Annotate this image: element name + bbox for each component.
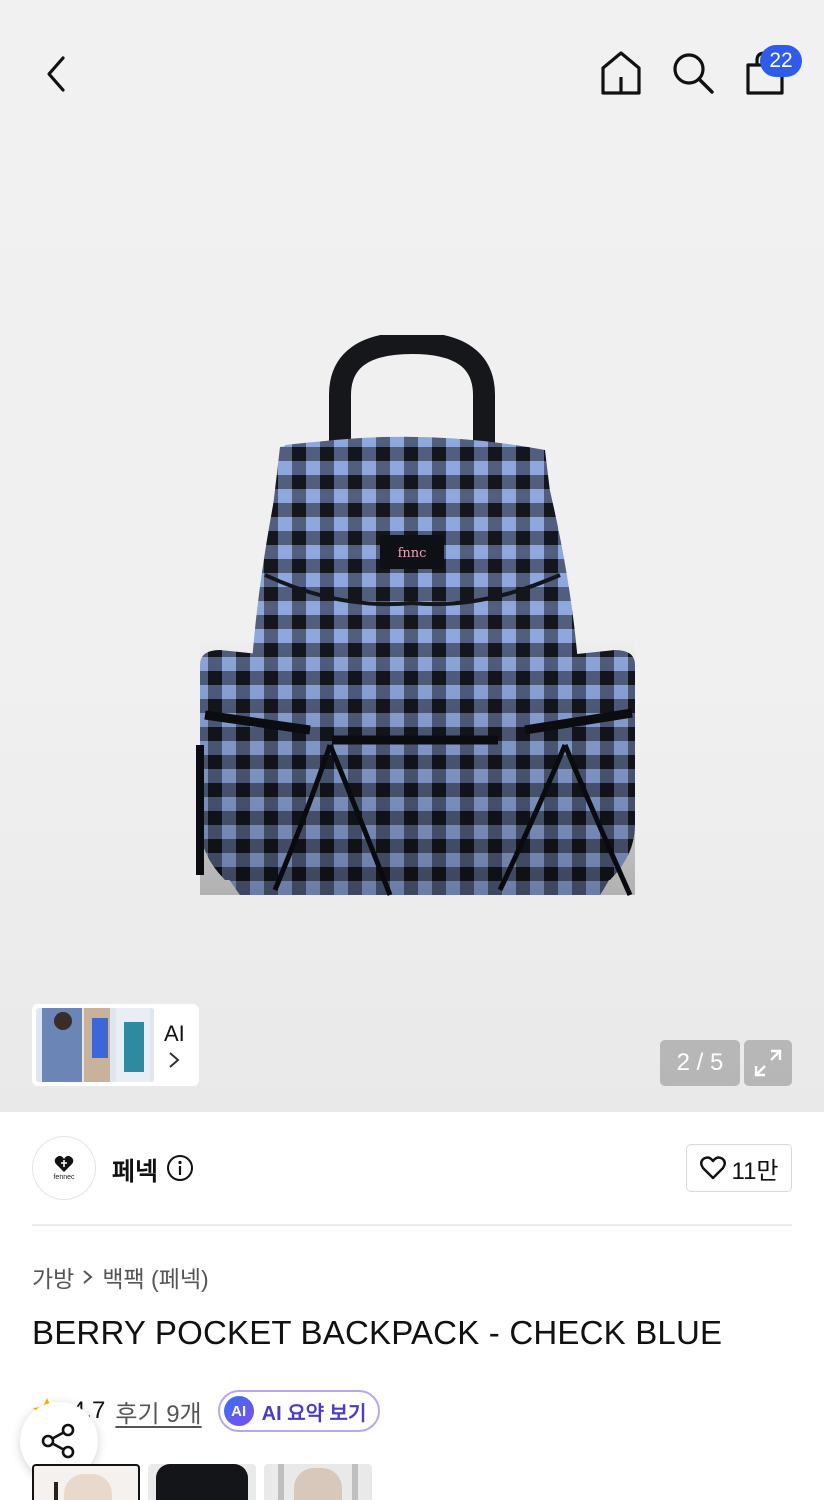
chevron-right-icon [169, 1052, 180, 1068]
color-option-thumbnail[interactable] [264, 1464, 372, 1500]
ai-summary-label: AI 요약 보기 [261, 1402, 367, 1425]
ai-styling-label: AI [164, 1021, 185, 1046]
share-icon [41, 1423, 75, 1459]
expand-icon [754, 1049, 782, 1077]
heart-logo-icon [54, 1155, 74, 1172]
chevron-right-icon [83, 1270, 93, 1284]
top-navigation-bar: 22 [0, 0, 824, 140]
product-title: BERRY POCKET BACKPACK - CHECK BLUE [32, 1314, 723, 1351]
svg-text:fnnc: fnnc [398, 546, 427, 561]
color-option-thumbnail[interactable] [148, 1464, 256, 1500]
search-button[interactable] [666, 46, 720, 100]
product-image-gallery[interactable]: 22 fnnc AI 2 / 5 [0, 0, 824, 1112]
breadcrumb-item-bag[interactable]: 가방 [32, 1260, 74, 1294]
ai-summary-button[interactable]: AI AI 요약 보기 [217, 1390, 381, 1432]
ai-badge-icon: AI [223, 1396, 254, 1426]
brand-row: fennec 페넥 11만 [32, 1136, 792, 1200]
brand-like-count: 11만 [731, 1157, 779, 1185]
home-button[interactable] [594, 46, 648, 100]
chevron-left-icon [47, 56, 65, 92]
breadcrumb-item-backpack[interactable]: 백팩 (페넥) [102, 1260, 208, 1294]
search-icon [673, 53, 714, 94]
brand-logo[interactable]: fennec [32, 1136, 96, 1200]
brand-name-link[interactable]: 페넥 [112, 1152, 158, 1188]
cart-count-badge: 22 [760, 45, 802, 77]
expand-image-button[interactable] [744, 1040, 792, 1086]
ai-styling-thumbnail [36, 1008, 154, 1082]
review-count-link[interactable]: 후기 9개 [115, 1394, 201, 1429]
back-button[interactable] [30, 48, 82, 100]
info-icon[interactable] [166, 1154, 194, 1182]
heart-outline-icon [699, 1156, 726, 1180]
ai-styling-card[interactable]: AI [32, 1004, 199, 1086]
brand-like-button[interactable]: 11만 [686, 1144, 792, 1192]
brand-logo-text: fennec [53, 1174, 75, 1181]
color-option-thumbnail[interactable] [32, 1464, 140, 1500]
ai-styling-side: AI [164, 1021, 185, 1069]
breadcrumb: 가방 백팩 (페넥) [32, 1260, 209, 1294]
color-option-thumbnails [32, 1464, 372, 1500]
product-photo[interactable]: fnnc [180, 335, 650, 915]
divider [32, 1224, 792, 1226]
image-page-counter: 2 / 5 [660, 1040, 740, 1086]
home-icon [601, 51, 641, 95]
